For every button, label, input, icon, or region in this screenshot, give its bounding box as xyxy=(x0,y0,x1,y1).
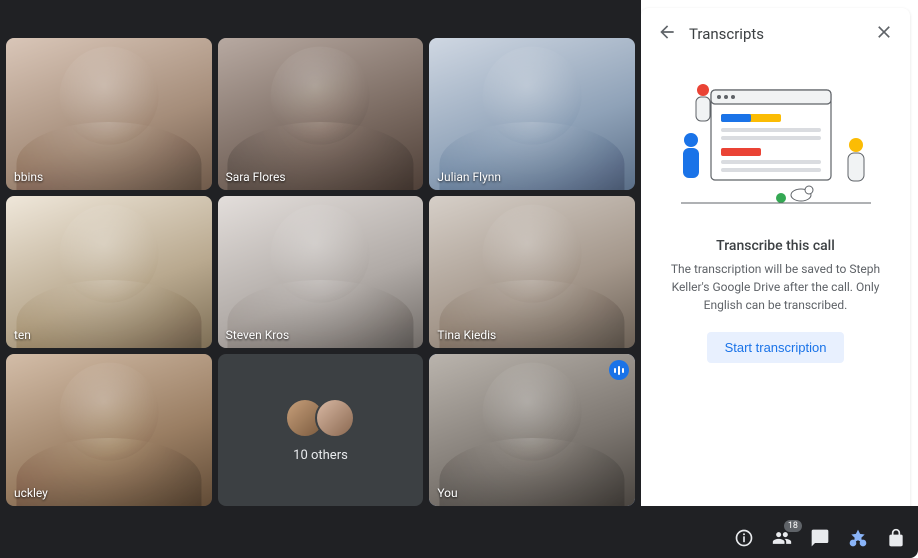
close-icon[interactable] xyxy=(874,22,894,46)
meeting-details-button[interactable] xyxy=(732,526,756,550)
participant-name: Sara Flores xyxy=(226,170,286,184)
people-button[interactable]: 18 xyxy=(770,526,794,550)
speaking-icon xyxy=(609,360,629,380)
others-tile[interactable]: 10 others xyxy=(218,354,424,506)
video-grid: bbins Sara Flores Julian Flynn ten Steve… xyxy=(0,32,641,506)
meet-area: bbins Sara Flores Julian Flynn ten Steve… xyxy=(0,0,641,558)
participant-name: Steven Kros xyxy=(226,328,290,342)
participant-name: Tina Kiedis xyxy=(437,328,496,342)
participant-name: ten xyxy=(14,328,31,342)
participant-tile[interactable]: Tina Kiedis xyxy=(429,196,635,348)
app-root: bbins Sara Flores Julian Flynn ten Steve… xyxy=(0,0,918,558)
avatar xyxy=(315,398,355,438)
panel-heading: Transcribe this call xyxy=(657,238,894,254)
participant-tile[interactable]: ten xyxy=(6,196,212,348)
participant-name: Julian Flynn xyxy=(437,170,501,184)
others-avatars xyxy=(285,398,355,438)
participant-tile[interactable]: Steven Kros xyxy=(218,196,424,348)
participant-name: You xyxy=(437,486,457,500)
participant-tile[interactable]: uckley xyxy=(6,354,212,506)
transcripts-panel: Transcripts xyxy=(641,8,910,550)
participant-tile[interactable]: bbins xyxy=(6,38,212,190)
participant-tile[interactable]: Julian Flynn xyxy=(429,38,635,190)
bottom-bar-full-bg: 18 xyxy=(0,506,918,558)
host-controls-button[interactable] xyxy=(884,526,908,550)
start-transcription-button[interactable]: Start transcription xyxy=(707,332,845,363)
participant-name: uckley xyxy=(14,486,48,500)
chat-button[interactable] xyxy=(808,526,832,550)
self-tile[interactable]: You xyxy=(429,354,635,506)
back-icon[interactable] xyxy=(657,22,677,46)
activities-button[interactable] xyxy=(846,526,870,550)
transcription-illustration xyxy=(671,70,881,220)
participant-name: bbins xyxy=(14,170,43,184)
people-count-badge: 18 xyxy=(784,520,802,532)
panel-title: Transcripts xyxy=(689,25,764,43)
others-count: 10 others xyxy=(293,448,348,463)
panel-description: The transcription will be saved to Steph… xyxy=(657,260,894,314)
panel-header: Transcripts xyxy=(657,18,894,50)
right-actions: 18 xyxy=(732,526,908,550)
participant-tile[interactable]: Sara Flores xyxy=(218,38,424,190)
